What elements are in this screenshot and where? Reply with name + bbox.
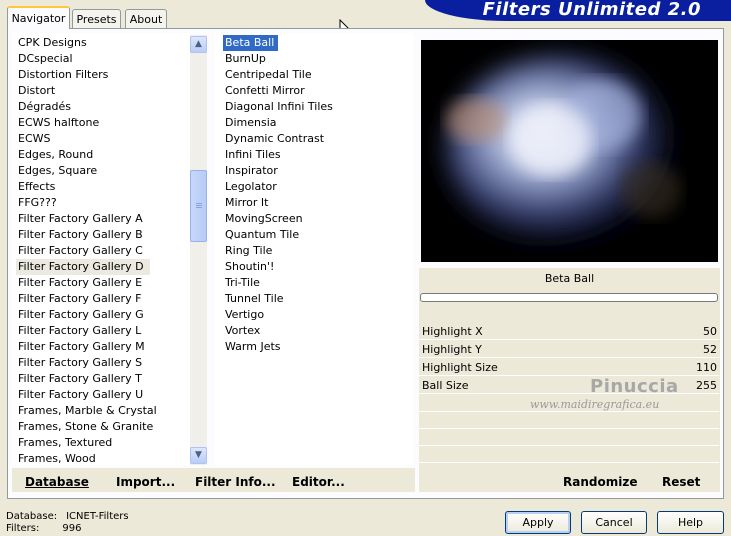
database-value: ICNET-Filters: [66, 511, 129, 522]
category-item[interactable]: Filter Factory Gallery E: [16, 275, 142, 291]
filter-item[interactable]: Confetti Mirror: [223, 83, 305, 99]
apply-button[interactable]: Apply: [505, 511, 571, 534]
param-value: 52: [703, 343, 717, 356]
param-highlight-size[interactable]: Highlight Size 110: [419, 359, 719, 376]
filter-item[interactable]: Vertigo: [223, 307, 264, 323]
tab-navigator[interactable]: Navigator: [7, 6, 70, 29]
category-item[interactable]: Distortion Filters: [16, 67, 108, 83]
randomize-button[interactable]: Randomize: [563, 475, 637, 489]
filters-count: 996: [62, 523, 82, 534]
cancel-button[interactable]: Cancel: [581, 511, 647, 534]
filter-item[interactable]: Tri-Tile: [223, 275, 260, 291]
filter-item[interactable]: BurnUp: [223, 51, 266, 67]
category-item[interactable]: Effects: [16, 179, 55, 195]
filter-item[interactable]: Dimensia: [223, 115, 277, 131]
category-item[interactable]: Filter Factory Gallery U: [16, 387, 143, 403]
param-value: 110: [696, 361, 717, 374]
category-item[interactable]: Dégradés: [16, 99, 71, 115]
filter-preview: [421, 40, 718, 262]
filter-item[interactable]: MovingScreen: [223, 211, 303, 227]
empty-param-row: [419, 429, 719, 446]
filter-item[interactable]: Shoutin'!: [223, 259, 274, 275]
filter-item[interactable]: Beta Ball: [223, 35, 279, 51]
category-item[interactable]: Filter Factory Gallery C: [16, 243, 143, 259]
category-item[interactable]: FFG???: [16, 195, 57, 211]
empty-param-row: [419, 412, 719, 429]
filter-item[interactable]: Vortex: [223, 323, 260, 339]
param-highlight-x[interactable]: Highlight X 50: [419, 323, 719, 340]
category-item[interactable]: Frames, Marble & Crystal: [16, 403, 157, 419]
filter-item[interactable]: Inspirator: [223, 163, 278, 179]
category-scrollbar[interactable]: ▲ ▼: [190, 35, 207, 465]
category-item[interactable]: Frames, Stone & Granite: [16, 419, 153, 435]
category-item[interactable]: ECWS: [16, 131, 51, 147]
help-button[interactable]: Help: [657, 511, 724, 534]
left-button-bar: Database Import... Filter Info... Editor…: [12, 468, 415, 492]
param-value: 50: [703, 325, 717, 338]
scroll-thumb[interactable]: [190, 170, 207, 242]
category-item[interactable]: CPK Designs: [16, 35, 87, 51]
filter-item[interactable]: Diagonal Infini Tiles: [223, 99, 333, 115]
progress-bar: [420, 293, 718, 302]
category-item[interactable]: Filter Factory Gallery M: [16, 339, 145, 355]
param-value: 255: [696, 379, 717, 392]
watermark-name: Pinuccia: [590, 376, 679, 397]
right-button-bar: Randomize Reset: [419, 468, 720, 492]
param-highlight-y[interactable]: Highlight Y 52: [419, 341, 719, 358]
filter-item[interactable]: Legolator: [223, 179, 277, 195]
filter-item[interactable]: Infini Tiles: [223, 147, 281, 163]
param-label: Highlight Y: [422, 343, 482, 356]
category-item[interactable]: Filter Factory Gallery D: [16, 259, 150, 275]
empty-param-row: [419, 446, 719, 463]
category-item[interactable]: ECWS halftone: [16, 115, 99, 131]
app-banner: Filters Unlimited 2.0: [425, 0, 731, 21]
category-item[interactable]: Filter Factory Gallery F: [16, 291, 141, 307]
filter-item[interactable]: Centripedal Tile: [223, 67, 312, 83]
category-item[interactable]: Filter Factory Gallery A: [16, 211, 143, 227]
category-item[interactable]: Filter Factory Gallery L: [16, 323, 141, 339]
watermark-url: www.maidiregrafica.eu: [530, 398, 660, 411]
filter-list[interactable]: Beta Ball BurnUp Centripedal Tile Confetti …: [215, 33, 413, 465]
filters-label: Filters:: [6, 523, 40, 534]
scroll-up-arrow-icon[interactable]: ▲: [190, 36, 207, 53]
param-label: Highlight X: [422, 325, 483, 338]
category-item[interactable]: Distort: [16, 83, 55, 99]
category-list[interactable]: CPK Designs DCspecial Distortion Filters Di…: [12, 33, 190, 465]
filter-item[interactable]: Quantum Tile: [223, 227, 299, 243]
filter-item[interactable]: Tunnel Tile: [223, 291, 284, 307]
param-label: Highlight Size: [422, 361, 498, 374]
database-button[interactable]: Database: [25, 475, 89, 489]
tab-presets[interactable]: Presets: [72, 9, 121, 28]
tab-about[interactable]: About: [125, 9, 167, 28]
filter-item[interactable]: Mirror It: [223, 195, 268, 211]
category-item[interactable]: Edges, Round: [16, 147, 93, 163]
category-item[interactable]: Edges, Square: [16, 163, 97, 179]
category-item[interactable]: Frames, Textured: [16, 435, 112, 451]
import-button[interactable]: Import...: [116, 475, 175, 489]
filter-info-button[interactable]: Filter Info...: [195, 475, 276, 489]
status-area: Database: ICNET-Filters Filters: 996: [6, 511, 129, 535]
category-item[interactable]: Frames, Wood: [16, 451, 96, 465]
scroll-down-arrow-icon[interactable]: ▼: [190, 447, 207, 464]
category-item[interactable]: Filter Factory Gallery T: [16, 371, 142, 387]
reset-button[interactable]: Reset: [662, 475, 700, 489]
category-item[interactable]: DCspecial: [16, 51, 73, 67]
editor-button[interactable]: Editor...: [292, 475, 345, 489]
param-label: Ball Size: [422, 379, 469, 392]
filter-item[interactable]: Ring Tile: [223, 243, 272, 259]
filter-item[interactable]: Warm Jets: [223, 339, 281, 355]
app-title: Filters Unlimited 2.0: [482, 0, 701, 20]
database-label: Database:: [6, 511, 58, 522]
category-item[interactable]: Filter Factory Gallery G: [16, 307, 144, 323]
category-item[interactable]: Filter Factory Gallery S: [16, 355, 142, 371]
filter-item[interactable]: Dynamic Contrast: [223, 131, 324, 147]
category-item[interactable]: Filter Factory Gallery B: [16, 227, 143, 243]
filter-title: Beta Ball: [544, 272, 595, 285]
